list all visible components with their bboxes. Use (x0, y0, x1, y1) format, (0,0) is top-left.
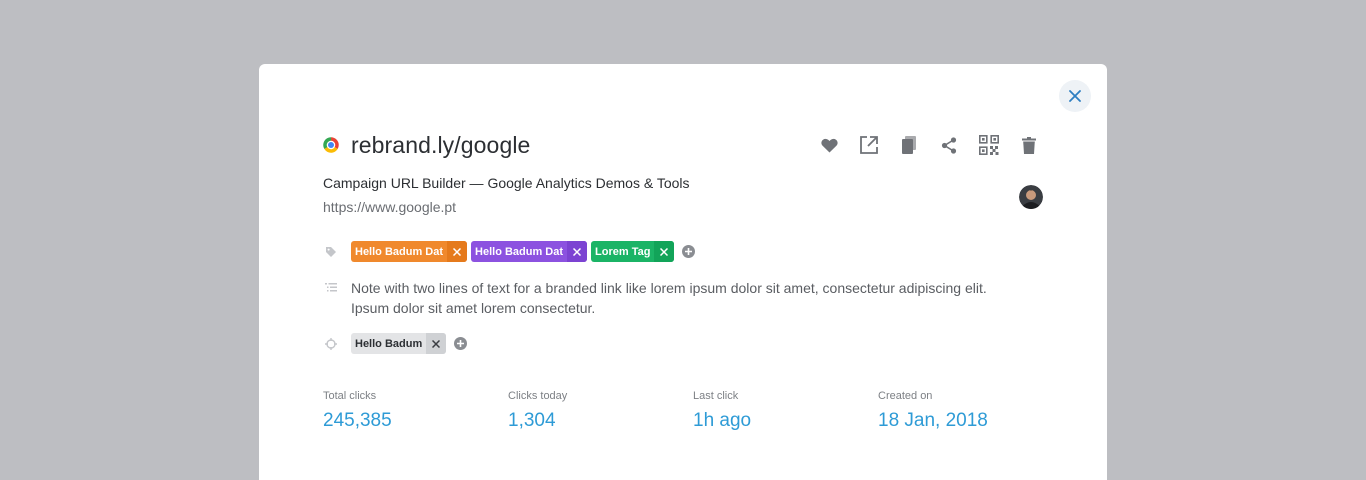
destination-page-title: Campaign URL Builder — Google Analytics … (323, 175, 690, 191)
tag-icon (326, 247, 336, 257)
add-tag-button[interactable] (682, 245, 696, 258)
copy-link-button[interactable] (899, 134, 919, 156)
tag-label: Hello Badum Dat (355, 245, 444, 258)
trash-icon (1022, 136, 1036, 154)
link-actions (819, 134, 1039, 156)
close-icon (1069, 90, 1081, 102)
remove-tag-button[interactable] (654, 241, 675, 262)
remove-tag-button[interactable] (567, 241, 588, 262)
remove-pixel-button[interactable] (426, 333, 447, 354)
avatar[interactable] (1019, 185, 1043, 209)
short-url-title[interactable]: rebrand.ly/google (351, 132, 530, 159)
delete-button[interactable] (1019, 134, 1039, 156)
pixel-label: Hello Badum (355, 337, 423, 350)
google-favicon-icon (323, 137, 339, 153)
stat-total-clicks: Total clicks 245,385 (323, 390, 508, 432)
close-icon (453, 247, 462, 256)
stat-value: 18 Jan, 2018 (878, 410, 988, 431)
close-button[interactable] (1059, 80, 1091, 112)
stat-label: Last click (693, 390, 739, 402)
plus-icon (457, 340, 465, 347)
target-icon (325, 338, 337, 350)
pixel-item[interactable]: Hello Badum (351, 333, 447, 354)
open-link-button[interactable] (859, 134, 879, 156)
stat-last-click: Last click 1h ago (693, 390, 878, 432)
retargeting-pixel-list: Hello Badum (351, 333, 468, 354)
qr-code-button[interactable] (979, 134, 999, 156)
stat-label: Created on (878, 390, 933, 402)
close-icon (432, 339, 441, 348)
stat-created-on: Created on 18 Jan, 2018 (878, 390, 1063, 432)
tag-item[interactable]: Hello Badum Dat (351, 241, 468, 262)
plus-icon (685, 248, 693, 255)
link-header: rebrand.ly/google (323, 130, 530, 160)
qr-code-icon (979, 135, 999, 155)
note-icon (325, 283, 337, 292)
favorite-button[interactable] (819, 134, 839, 156)
share-icon (941, 136, 957, 154)
link-stats: Total clicks 245,385 Clicks today 1,304 … (323, 390, 1063, 432)
link-details-modal: rebrand.ly/google Campaign URL Builder —… (259, 64, 1107, 480)
stat-label: Clicks today (508, 390, 568, 402)
copy-icon (902, 136, 916, 154)
tag-list: Hello Badum Dat Hello Badum Dat Lorem Ta… (351, 241, 696, 262)
note-line: Ipsum dolor sit amet lorem consectetur. (351, 300, 596, 316)
external-link-icon (860, 136, 878, 154)
add-pixel-button[interactable] (454, 337, 468, 350)
remove-tag-button[interactable] (447, 241, 468, 262)
link-note[interactable]: Note with two lines of text for a brande… (351, 278, 1051, 318)
heart-icon (820, 138, 838, 152)
stat-value: 1,304 (508, 410, 556, 431)
stat-value: 245,385 (323, 410, 392, 431)
share-button[interactable] (939, 134, 959, 156)
stat-label: Total clicks (323, 390, 377, 402)
destination-url[interactable]: https://www.google.pt (323, 199, 456, 215)
tag-item[interactable]: Hello Badum Dat (471, 241, 588, 262)
note-line: Note with two lines of text for a brande… (351, 280, 987, 296)
tag-item[interactable]: Lorem Tag (591, 241, 675, 262)
close-icon (660, 247, 669, 256)
stat-clicks-today: Clicks today 1,304 (508, 390, 693, 432)
stat-value: 1h ago (693, 410, 752, 431)
close-icon (573, 247, 582, 256)
tag-label: Hello Badum Dat (475, 245, 564, 258)
tag-label: Lorem Tag (595, 245, 651, 258)
